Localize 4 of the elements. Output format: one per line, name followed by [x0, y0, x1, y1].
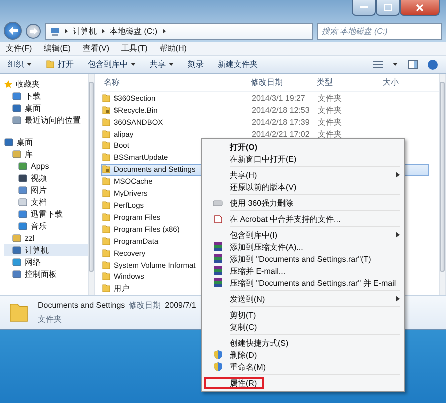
details-date: 2009/7/1	[165, 301, 196, 310]
details-label: 修改日期	[129, 300, 162, 311]
details-type: 文件夹	[38, 314, 62, 325]
details-name: Documents and Settings	[38, 301, 126, 310]
